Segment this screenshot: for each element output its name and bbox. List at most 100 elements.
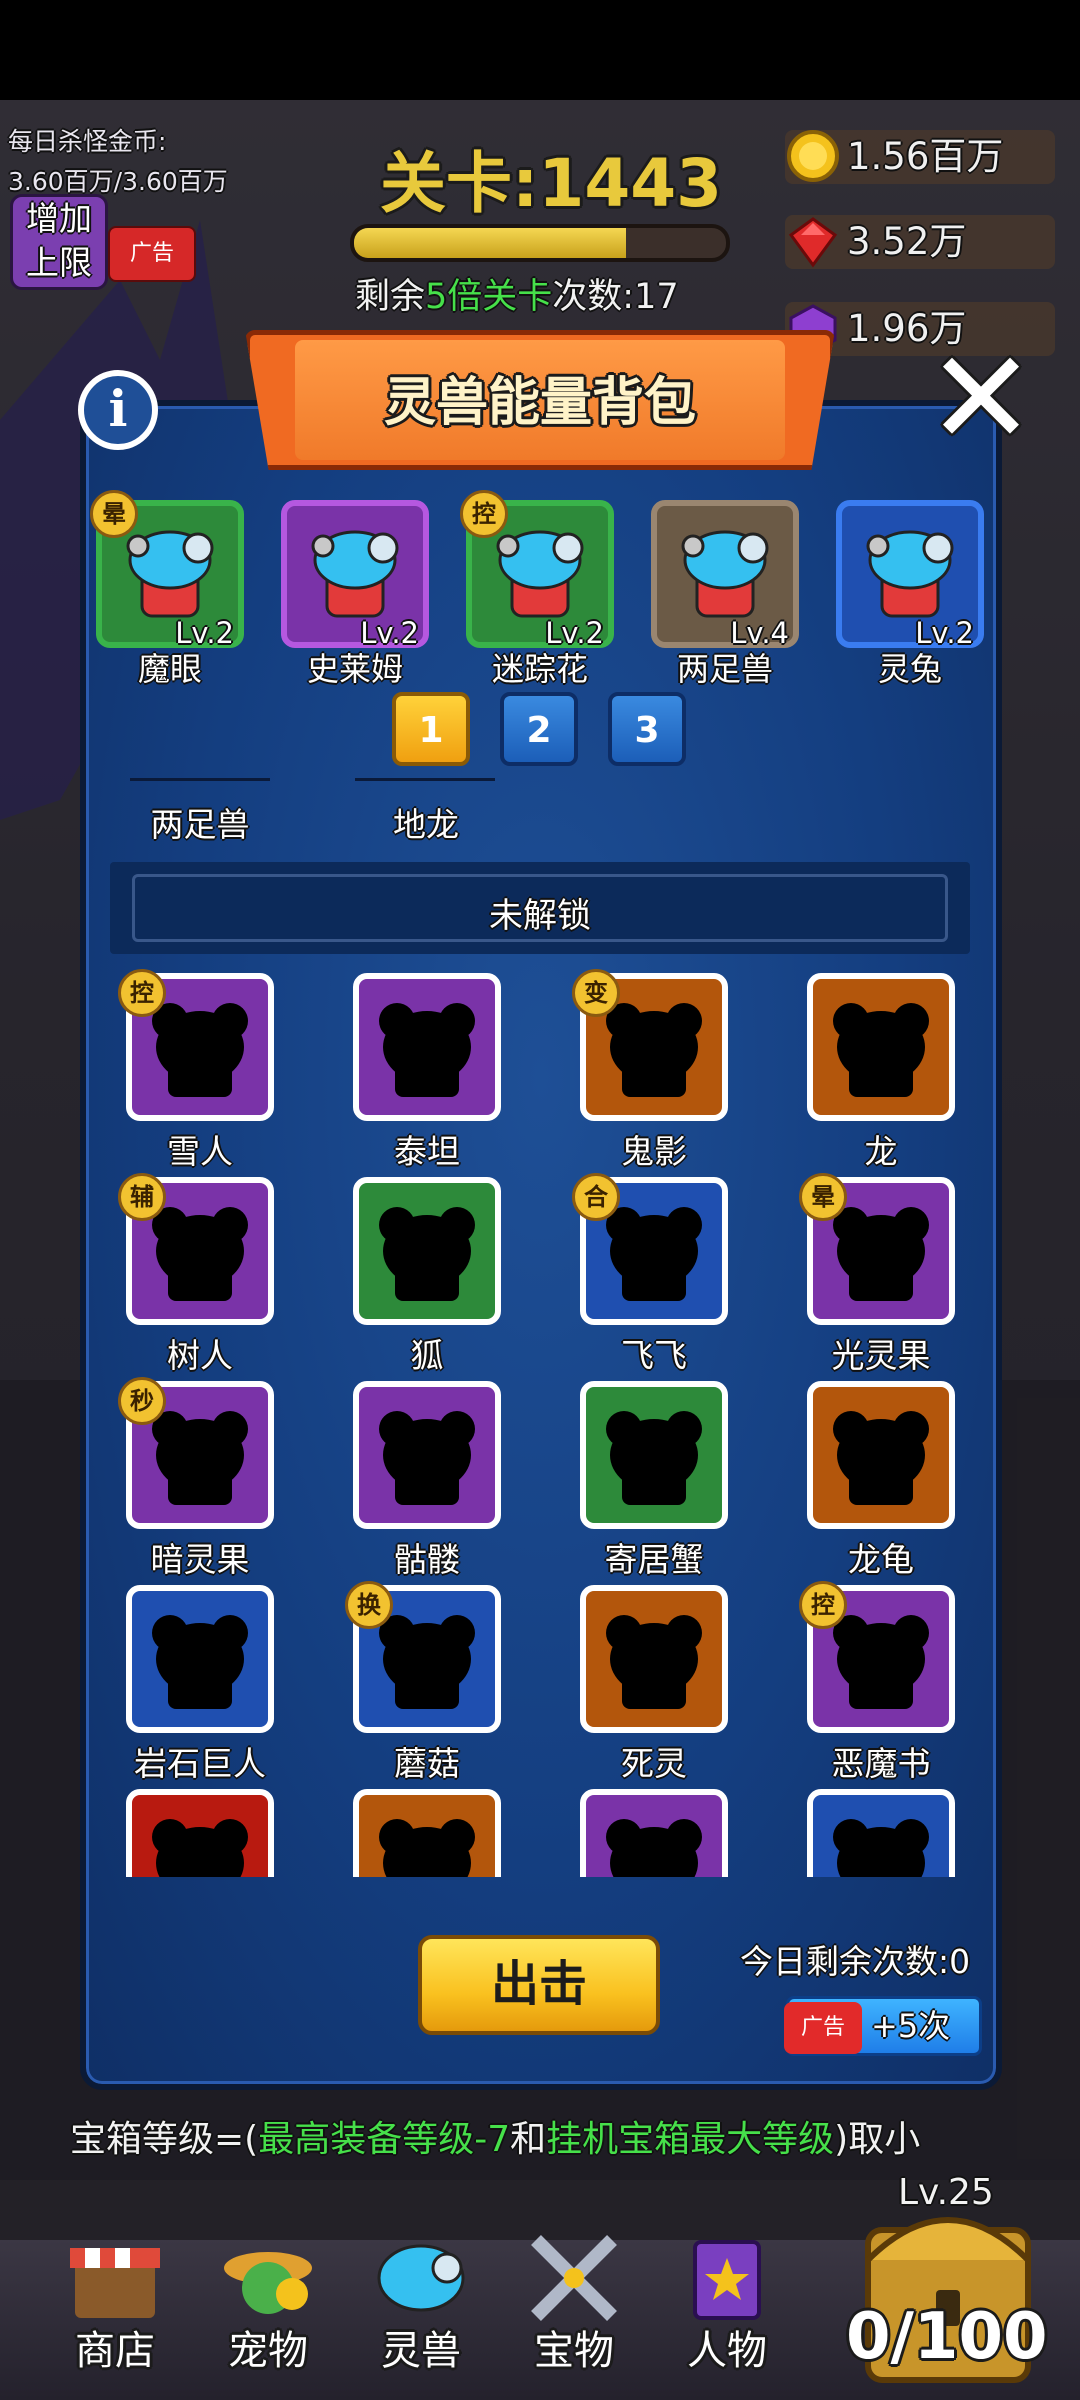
daily-kill-gold-label: 每日杀怪金币:: [8, 127, 167, 156]
info-icon: i: [108, 379, 128, 438]
remain-count: 剩余5倍关卡次数:17: [355, 268, 679, 319]
chest-level: Lv.25: [898, 2172, 994, 2213]
formula-mid: 和: [510, 2119, 547, 2160]
attack-label: 出击: [490, 1956, 587, 2012]
pet-icon: [224, 2252, 312, 2314]
page-1-label: 1: [418, 710, 444, 751]
locked-pet-name: 龙: [864, 1132, 898, 1171]
remain-prefix: 剩余: [355, 277, 426, 317]
nav-label: 灵兽: [381, 2328, 461, 2374]
close-button[interactable]: ✕: [922, 333, 1040, 463]
daily-kill-gold-info: 每日杀怪金币: 3.60百万/3.60百万: [8, 122, 228, 202]
skill-tag-badge: 合: [572, 1173, 620, 1221]
nav-item[interactable]: 商店: [40, 2228, 190, 2374]
skill-tag-badge: 换: [345, 1581, 393, 1629]
pet-silhouette-icon: [152, 1411, 248, 1505]
locked-pet-name: 死灵: [621, 1744, 687, 1783]
locked-pet-name: 光灵果: [831, 1336, 931, 1375]
blue-beast-pet-icon: [681, 530, 769, 618]
locked-pet-name: 狐: [410, 1336, 444, 1375]
locked-pet-cell[interactable]: [353, 1789, 501, 1877]
remain-highlight: 5倍关卡: [425, 277, 553, 317]
locked-pet-cell[interactable]: [126, 1585, 274, 1733]
blue-beast-pet-icon: [311, 530, 399, 618]
locked-pet-cell[interactable]: [126, 1789, 274, 1877]
nav-item[interactable]: 人物: [652, 2228, 802, 2374]
blue-beast-pet-icon: [126, 530, 214, 618]
formula-prefix: 宝箱等级=(: [70, 2119, 259, 2160]
nav-label: 宠物: [228, 2328, 308, 2374]
pet-silhouette-icon: [833, 1411, 929, 1505]
pet-silhouette-icon: [606, 1207, 702, 1301]
attack-button[interactable]: 出击: [418, 1935, 660, 2035]
blue-beast-pet-icon: [496, 530, 584, 618]
today-remain-count: 今日剩余次数:0: [740, 1942, 971, 1981]
locked-pet-cell[interactable]: [807, 1789, 955, 1877]
equipped-pet-slot[interactable]: Lv.2: [281, 500, 429, 650]
equipped-pet-name: 灵兔: [877, 650, 942, 688]
nav-item[interactable]: 宝物: [499, 2228, 649, 2374]
locked-pet-cell[interactable]: [353, 1177, 501, 1325]
locked-pet-cell[interactable]: [580, 1789, 728, 1877]
formula-suffix: )取小: [834, 2119, 921, 2160]
pet-silhouette-icon: [606, 1411, 702, 1505]
skill-tag-badge: 秒: [118, 1377, 166, 1425]
remain-suffix: 次数:17: [552, 277, 679, 317]
page-button-3[interactable]: 3: [608, 692, 686, 766]
page-3-label: 3: [634, 710, 660, 751]
gold-value: 1.56百万: [847, 135, 1004, 178]
locked-pet-name: 暗灵果: [150, 1540, 250, 1579]
locked-pet-name: 雪人: [167, 1132, 233, 1171]
pet-silhouette-icon: [152, 1003, 248, 1097]
treasure-swords-icon: [531, 2235, 617, 2321]
locked-pet-cell[interactable]: [580, 1585, 728, 1733]
pet-silhouette-icon: [606, 1819, 702, 1877]
skill-tag-badge: 控: [799, 1581, 847, 1629]
ad-camera-icon[interactable]: 广告: [108, 226, 196, 282]
locked-pet-name: 骷髅: [394, 1540, 460, 1579]
equipped-pet-slot[interactable]: Lv.4: [651, 500, 799, 650]
gold-coin-icon: [787, 130, 839, 182]
info-button[interactable]: i: [78, 370, 158, 450]
locked-pet-cell[interactable]: [353, 1381, 501, 1529]
nav-item[interactable]: 灵兽: [346, 2228, 496, 2374]
pet-silhouette-icon: [379, 1003, 475, 1097]
locked-pet-name: 恶魔书: [831, 1744, 931, 1783]
equipped-pet-name: 迷踪花: [491, 650, 588, 688]
ad-camera-icon[interactable]: 广告: [784, 2002, 862, 2054]
ad-label: 广告: [129, 241, 174, 266]
equipped-pet-slot[interactable]: Lv.2: [836, 500, 984, 650]
gem-value: 3.52万: [847, 220, 967, 263]
pet-silhouette-icon: [833, 1819, 929, 1877]
character-book-icon: [693, 2240, 761, 2320]
locked-pet-cell[interactable]: [353, 973, 501, 1121]
add-limit-button[interactable]: 增加 上限: [10, 194, 108, 290]
page-button-1[interactable]: 1: [392, 692, 470, 766]
nav-item[interactable]: 宠物: [193, 2228, 343, 2374]
level-title: 关卡:1443: [380, 145, 723, 222]
blue-beast-pet-icon: [866, 530, 954, 618]
page-button-2[interactable]: 2: [500, 692, 578, 766]
skill-tag-badge: 辅: [118, 1173, 166, 1221]
pet-silhouette-icon: [152, 1819, 248, 1877]
pet-silhouette-icon: [833, 1207, 929, 1301]
locked-pet-cell[interactable]: [807, 973, 955, 1121]
pet-silhouette-icon: [152, 1207, 248, 1301]
page-2-label: 2: [526, 710, 552, 751]
locked-pet-name: 鬼影: [621, 1132, 687, 1171]
equipped-pet-name: 两足兽: [676, 650, 773, 688]
locked-pets-grid[interactable]: 控雪人 泰坦变鬼影龙辅树人狐合飞飞晕光灵果秒暗灵果 骷髅 寄居蟹 龙龟 岩石巨人换蘑菇 死灵…: [110, 965, 970, 1877]
nav-label: 人物: [687, 2328, 767, 2374]
skill-tag-badge: 控: [460, 490, 508, 538]
panel-title: 灵兽能量背包: [383, 373, 696, 433]
nav-label: 宝物: [534, 2328, 614, 2374]
locked-pet-name: 飞飞: [621, 1336, 687, 1375]
formula-part2: 挂机宝箱最大等级: [546, 2119, 835, 2160]
gold-resource[interactable]: 1.56百万: [785, 130, 1055, 184]
shop-icon: [70, 2248, 160, 2318]
gem-resource[interactable]: 3.52万: [785, 215, 1055, 269]
equipped-pet-name: 史莱姆: [306, 650, 403, 688]
level-progress-fill: [354, 228, 626, 258]
locked-pet-cell[interactable]: [807, 1381, 955, 1529]
locked-pet-cell[interactable]: [580, 1381, 728, 1529]
